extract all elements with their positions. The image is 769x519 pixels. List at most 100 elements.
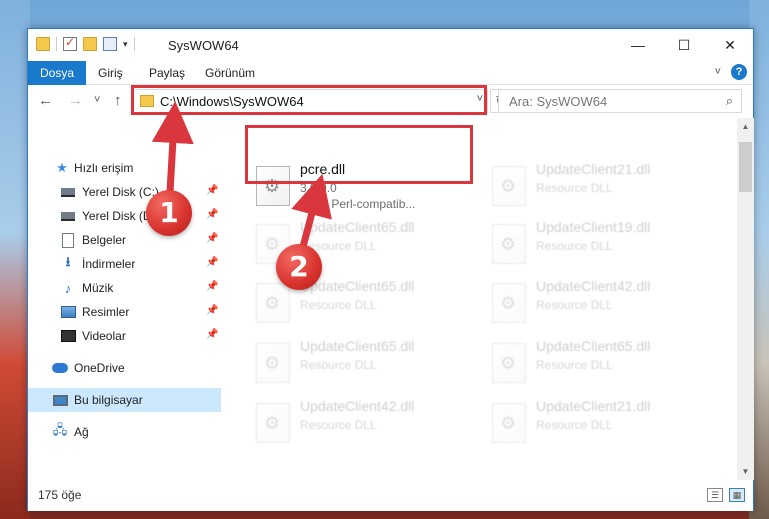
sidebar-item-disk-d[interactable]: Yerel Disk (D:) 📌	[28, 204, 221, 228]
details-view-button[interactable]: ☰	[707, 488, 723, 502]
help-button[interactable]: ?	[731, 64, 747, 80]
address-highlight-box	[131, 85, 487, 115]
minimize-button[interactable]: —	[615, 29, 661, 61]
properties-icon[interactable]	[103, 37, 117, 51]
dll-file-icon	[492, 403, 526, 443]
sidebar-item-label: OneDrive	[74, 361, 125, 375]
forward-button[interactable]: →	[68, 92, 83, 109]
videos-icon	[60, 328, 76, 344]
file-item[interactable]: UpdateClient42.dll Resource DLL	[486, 275, 706, 331]
dll-file-icon	[492, 343, 526, 383]
file-item[interactable]: UpdateClient65.dll Resource DLL	[250, 335, 470, 391]
properties-check-icon[interactable]	[63, 35, 77, 51]
star-icon: ★	[56, 160, 68, 175]
vertical-scrollbar[interactable]: ▲ ▼	[737, 118, 754, 480]
quick-access-toolbar: ▾	[36, 35, 135, 51]
scrollbar-thumb[interactable]	[739, 142, 752, 192]
tab-paylas[interactable]: Paylaş	[149, 61, 185, 85]
dll-file-icon	[256, 403, 290, 443]
sidebar-item-label: Yerel Disk (C:)	[82, 185, 159, 199]
tab-dosya[interactable]: Dosya	[28, 61, 87, 85]
file-description: Resource DLL	[300, 418, 377, 432]
file-name: UpdateClient65.dll	[300, 338, 415, 354]
chevron-down-icon[interactable]: ˅	[715, 66, 721, 78]
up-button[interactable]: ↑	[114, 92, 122, 109]
file-name: UpdateClient21.dll	[536, 161, 651, 177]
navigation-pane: ★ Hızlı erişim Yerel Disk (C:) 📌 Yerel D…	[28, 118, 221, 480]
sidebar-item-disk-c[interactable]: Yerel Disk (C:) 📌	[28, 180, 221, 204]
sidebar-item-label: İndirmeler	[82, 257, 136, 271]
file-item[interactable]: UpdateClient21.dll Resource DLL	[486, 395, 706, 451]
drive-icon	[60, 208, 76, 224]
sidebar-item-label: Videolar	[82, 329, 126, 343]
back-button[interactable]: ←	[38, 92, 53, 109]
item-count: 175 öğe	[38, 488, 82, 502]
tab-giris[interactable]: Giriş	[98, 61, 123, 85]
cloud-icon	[52, 360, 68, 376]
sidebar-item-pictures[interactable]: Resimler 📌	[28, 300, 221, 324]
file-description: Pcre: Perl-compatib...	[300, 197, 416, 211]
sidebar-item-label: Resimler	[82, 305, 130, 319]
pin-icon[interactable]: 📌	[206, 281, 218, 292]
window-controls: — ☐ ✕	[615, 29, 753, 61]
drive-icon	[60, 184, 76, 200]
computer-icon	[52, 392, 68, 408]
step-badge-1: 1	[146, 190, 192, 236]
sidebar-item-network[interactable]: 🖧 Ağ	[28, 420, 221, 444]
ribbon-tabs: Dosya Giriş Paylaş Görünüm ˅ ?	[28, 61, 753, 85]
sidebar-item-label: Belgeler	[82, 233, 127, 247]
sidebar-item-quick-access[interactable]: ★ Hızlı erişim	[28, 156, 221, 180]
window-title: SysWOW64	[168, 38, 239, 53]
status-bar: 175 öğe ☰ ▦	[28, 480, 753, 511]
documents-icon	[60, 232, 76, 248]
file-name: UpdateClient21.dll	[536, 398, 651, 414]
search-icon: ⌕	[725, 93, 733, 108]
file-name: UpdateClient65.dll	[300, 219, 415, 235]
music-icon: ♪	[64, 280, 72, 296]
pin-icon[interactable]: 📌	[206, 329, 218, 340]
sidebar-item-music[interactable]: ♪ Müzik 📌	[28, 276, 221, 300]
dll-file-icon	[256, 343, 290, 383]
scroll-up-button[interactable]: ▲	[737, 118, 754, 135]
pin-icon[interactable]: 📌	[206, 305, 218, 316]
recent-locations-button[interactable]: ˅	[94, 94, 100, 106]
dll-file-icon	[492, 283, 526, 323]
sidebar-item-videos[interactable]: Videolar 📌	[28, 324, 221, 348]
desktop-background-left	[0, 0, 30, 519]
pin-icon[interactable]: 📌	[206, 233, 218, 244]
folder-icon	[36, 37, 50, 51]
file-description: Resource DLL	[300, 358, 377, 372]
tiles-view-button[interactable]: ▦	[729, 488, 745, 502]
file-item[interactable]: UpdateClient65.dll Resource DLL	[486, 335, 706, 391]
download-icon: ⭳	[65, 254, 71, 269]
file-item[interactable]: UpdateClient42.dll Resource DLL	[250, 395, 470, 451]
pin-icon[interactable]: 📌	[206, 209, 218, 220]
sidebar-item-documents[interactable]: Belgeler 📌	[28, 228, 221, 252]
step-badge-2: 2	[276, 244, 322, 290]
customize-toolbar-icon[interactable]: ▾	[123, 39, 128, 50]
toolbar-divider	[133, 37, 135, 51]
file-item[interactable]: UpdateClient21.dll Resource DLL	[486, 158, 706, 214]
dll-file-icon	[492, 166, 526, 206]
close-button[interactable]: ✕	[707, 29, 753, 61]
search-input[interactable]: Ara: SysWOW64 ⌕	[498, 89, 742, 113]
file-description: Resource DLL	[536, 239, 613, 253]
pin-icon[interactable]: 📌	[206, 257, 218, 268]
scroll-down-button[interactable]: ▼	[737, 463, 754, 480]
search-placeholder: Ara: SysWOW64	[509, 94, 608, 109]
pictures-icon	[60, 304, 76, 320]
file-description: Resource DLL	[536, 358, 613, 372]
new-folder-icon[interactable]	[83, 37, 97, 51]
maximize-button[interactable]: ☐	[661, 29, 707, 61]
sidebar-item-this-pc[interactable]: Bu bilgisayar	[28, 388, 221, 412]
sidebar-item-onedrive[interactable]: OneDrive	[28, 356, 221, 380]
tab-gorunum[interactable]: Görünüm	[205, 61, 255, 85]
file-name: UpdateClient42.dll	[536, 278, 651, 294]
view-buttons: ☰ ▦	[707, 488, 745, 502]
toolbar-divider	[56, 37, 57, 51]
pin-icon[interactable]: 📌	[206, 185, 218, 196]
title-bar: ▾ SysWOW64 — ☐ ✕	[28, 29, 753, 61]
file-item[interactable]: UpdateClient19.dll Resource DLL	[486, 216, 706, 272]
dll-file-icon	[256, 283, 290, 323]
sidebar-item-downloads[interactable]: ⭳ İndirmeler 📌	[28, 252, 221, 276]
